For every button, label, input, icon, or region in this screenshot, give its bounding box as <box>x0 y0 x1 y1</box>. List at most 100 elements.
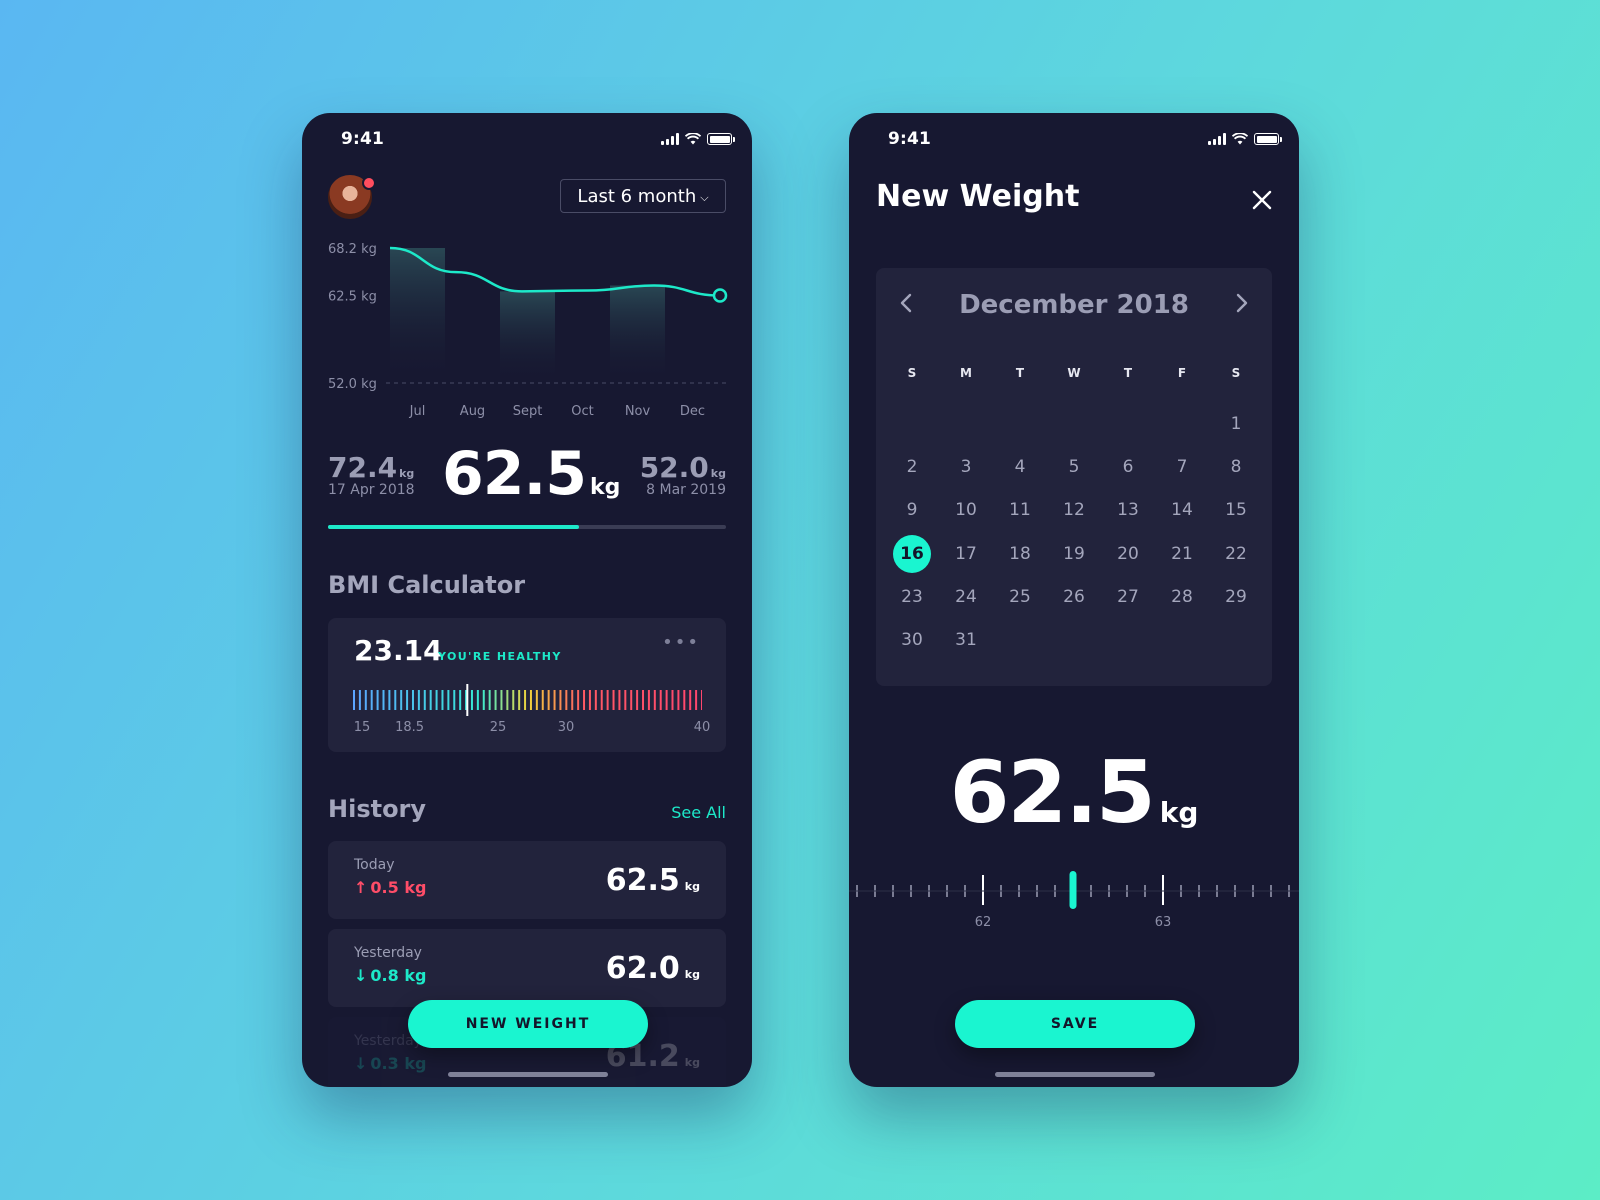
range-selector[interactable]: Last 6 month ⌵ <box>560 179 726 213</box>
new-weight-button[interactable]: NEW WEIGHT <box>408 1000 648 1048</box>
calendar-day[interactable]: 2 <box>885 445 939 488</box>
calendar-empty-cell <box>939 402 993 445</box>
see-all-link[interactable]: See All <box>671 803 726 822</box>
calendar-day[interactable]: 22 <box>1209 532 1263 575</box>
calendar-day[interactable]: 11 <box>993 489 1047 532</box>
calendar-day-number: 12 <box>1063 500 1085 521</box>
calendar-day[interactable]: 21 <box>1155 532 1209 575</box>
bmi-tick-label: 25 <box>489 720 507 735</box>
weekday-label: M <box>960 366 972 380</box>
calendar-day[interactable]: 27 <box>1101 575 1155 618</box>
history-item-delta-text: 0.3 kg <box>370 1054 427 1073</box>
wifi-icon <box>685 133 701 145</box>
calendar-day[interactable]: 12 <box>1047 489 1101 532</box>
calendar-day[interactable]: 29 <box>1209 575 1263 618</box>
history-item-delta: ↓ 0.8 kg <box>354 966 426 985</box>
weight-chart: 68.2 kg 62.5 kg 52.0 kg Jul Aug Sept Oct Nov Dec <box>328 242 728 419</box>
calendar-day[interactable]: 30 <box>885 618 939 661</box>
history-item[interactable]: Yesterday ↓ 0.8 kg 62.0 kg <box>328 929 726 1007</box>
weight-progress-bar <box>328 525 726 529</box>
calendar-day[interactable]: 23 <box>885 575 939 618</box>
bmi-tick-label: 40 <box>693 720 711 735</box>
bmi-scale <box>353 684 702 716</box>
latest-point <box>712 288 728 303</box>
bmi-tick-label: 18.5 <box>395 720 425 735</box>
weekday-label: T <box>1015 366 1025 380</box>
arrow-up-icon: ↑ <box>354 878 368 897</box>
calendar-day[interactable]: 4 <box>993 445 1047 488</box>
calendar-day-number: 13 <box>1117 500 1139 521</box>
calendar-day[interactable]: 7 <box>1155 445 1209 488</box>
ruler-selector <box>1069 871 1077 909</box>
history-item-value: 62.5 kg <box>606 863 700 898</box>
weekday-label: T <box>1123 366 1133 380</box>
signal-icon <box>661 133 679 145</box>
goal-weight: 52.0 kg 8 Mar 2019 <box>640 451 726 498</box>
calendar-day-selected[interactable]: 16 <box>885 532 939 575</box>
calendar-day[interactable]: 13 <box>1101 489 1155 532</box>
calendar-day[interactable]: 3 <box>939 445 993 488</box>
more-dots-icon[interactable]: ••• <box>662 632 700 653</box>
calendar-day-number: 25 <box>1009 586 1031 607</box>
weekday-label: W <box>1067 366 1081 380</box>
calendar-empty-cell <box>885 402 939 445</box>
range-selector-label: Last 6 month <box>577 185 697 207</box>
status-time: 9:41 <box>341 129 385 149</box>
calendar-day[interactable]: 8 <box>1209 445 1263 488</box>
calendar-day-number: 28 <box>1171 586 1193 607</box>
calendar-day-number: 1 <box>1230 413 1242 434</box>
calendar-day[interactable]: 26 <box>1047 575 1101 618</box>
close-icon[interactable] <box>1247 185 1277 215</box>
calendar-day[interactable]: 25 <box>993 575 1047 618</box>
calendar-day-number: 9 <box>906 500 918 521</box>
goal-weight-value: 52.0 <box>639 451 709 484</box>
calendar-day[interactable]: 17 <box>939 532 993 575</box>
chevron-right-icon[interactable] <box>1226 288 1256 318</box>
calendar-day-number: 20 <box>1117 543 1139 564</box>
calendar-day[interactable]: 1 <box>1209 402 1263 445</box>
calendar-day[interactable]: 24 <box>939 575 993 618</box>
bmi-card: 23.14 YOU'RE HEALTHY ••• 15 18.5 25 30 40 <box>328 618 726 752</box>
history-section-title: History <box>328 795 427 823</box>
calendar-empty-cell <box>1101 402 1155 445</box>
calendar-day-number: 18 <box>1009 543 1031 564</box>
calendar-day-number: 17 <box>955 543 977 564</box>
calendar-day[interactable]: 14 <box>1155 489 1209 532</box>
weight-ruler[interactable] <box>849 871 1299 911</box>
selected-weight-unit: kg <box>1159 796 1199 829</box>
start-weight: 72.4 kg 17 Apr 2018 <box>328 451 415 498</box>
calendar-day[interactable]: 10 <box>939 489 993 532</box>
calendar-day[interactable]: 5 <box>1047 445 1101 488</box>
arrow-down-icon: ↓ <box>354 966 368 985</box>
calendar-day[interactable]: 18 <box>993 532 1047 575</box>
calendar-day-number: 2 <box>906 456 918 477</box>
bmi-section-title: BMI Calculator <box>328 571 526 599</box>
history-item-delta: ↑ 0.5 kg <box>354 878 426 897</box>
save-button[interactable]: SAVE <box>955 1000 1195 1048</box>
new-weight-screen: 9:41 New Weight December 2018 SMTWTFS 12… <box>849 113 1299 1087</box>
screen-title: New Weight <box>876 179 1080 214</box>
history-item-unit: kg <box>684 1056 700 1069</box>
history-item-delta-text: 0.8 kg <box>370 966 427 985</box>
x-axis-label: Dec <box>680 404 705 419</box>
calendar-day[interactable]: 6 <box>1101 445 1155 488</box>
calendar-day-number: 30 <box>901 630 923 651</box>
x-axis-label: Sept <box>513 404 543 419</box>
history-item[interactable]: Today ↑ 0.5 kg 62.5 kg <box>328 841 726 919</box>
calendar-day[interactable]: 9 <box>885 489 939 532</box>
calendar-day-number: 21 <box>1171 543 1193 564</box>
calendar-day-number: 24 <box>955 586 977 607</box>
calendar-day[interactable]: 20 <box>1101 532 1155 575</box>
history-item-unit: kg <box>684 880 700 893</box>
calendar-day[interactable]: 31 <box>939 618 993 661</box>
selected-weight-value: 62.5 <box>949 743 1156 843</box>
calendar-month-label: December 2018 <box>959 290 1189 320</box>
calendar-day[interactable]: 19 <box>1047 532 1101 575</box>
calendar-day[interactable]: 28 <box>1155 575 1209 618</box>
x-axis-label: Aug <box>460 404 485 419</box>
calendar-day[interactable]: 15 <box>1209 489 1263 532</box>
home-indicator <box>995 1072 1155 1077</box>
calendar-empty-cell <box>1155 402 1209 445</box>
calendar-day-number: 23 <box>901 586 923 607</box>
current-weight-unit: kg <box>590 475 621 500</box>
